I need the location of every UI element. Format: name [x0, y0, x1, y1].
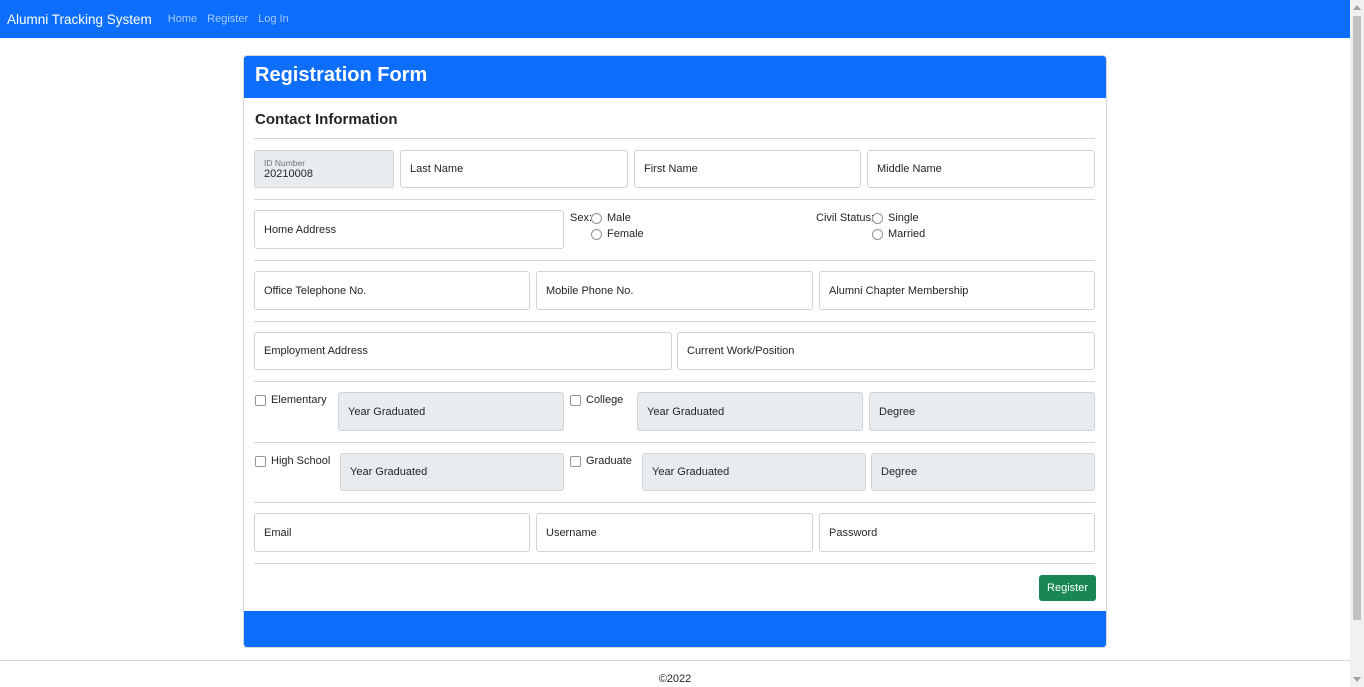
id-number-field[interactable]: ID Number 20210008 [254, 150, 394, 188]
sex-male-label[interactable]: Male [607, 212, 631, 224]
college-degree-input[interactable]: Degree [869, 392, 1095, 431]
id-number-label: ID Number [264, 157, 306, 168]
copyright-text: ©2022 [658, 673, 692, 685]
divider [254, 563, 1095, 564]
divider [254, 138, 1095, 139]
college-checkbox[interactable] [570, 395, 581, 406]
nav-login-link[interactable]: Log In [258, 13, 289, 25]
civil-status-married-label[interactable]: Married [888, 228, 925, 240]
divider [254, 381, 1095, 382]
employment-address-input[interactable]: Employment Address [254, 332, 672, 370]
page-footer: ©2022 [0, 660, 1350, 687]
sex-female-radio[interactable] [591, 229, 602, 240]
sex-label: Sex: [570, 212, 593, 224]
divider [254, 442, 1095, 443]
civil-status-label: Civil Status: [816, 212, 875, 224]
last-name-input[interactable]: Last Name [400, 150, 628, 188]
form-title: Registration Form [255, 64, 428, 86]
username-input[interactable]: Username [536, 513, 813, 552]
brand-link[interactable]: Alumni Tracking System [7, 12, 152, 27]
scroll-down-arrow-icon[interactable] [1353, 677, 1361, 682]
high-school-year-input[interactable]: Year Graduated [340, 453, 564, 491]
vertical-scrollbar[interactable] [1350, 0, 1364, 687]
section-title: Contact Information [255, 111, 398, 128]
elementary-year-input[interactable]: Year Graduated [338, 392, 564, 431]
divider [254, 502, 1095, 503]
home-address-input[interactable]: Home Address [254, 210, 564, 249]
sex-female-label[interactable]: Female [607, 228, 644, 240]
middle-name-input[interactable]: Middle Name [867, 150, 1095, 188]
card-header: Registration Form [244, 56, 1106, 98]
graduate-checkbox[interactable] [570, 456, 581, 467]
high-school-label[interactable]: High School [271, 455, 330, 467]
elementary-label[interactable]: Elementary [271, 394, 327, 406]
graduate-year-input[interactable]: Year Graduated [642, 453, 866, 491]
civil-status-single-radio[interactable] [872, 213, 883, 224]
alumni-chapter-input[interactable]: Alumni Chapter Membership [819, 271, 1095, 310]
current-work-input[interactable]: Current Work/Position [677, 332, 1095, 370]
scroll-thumb[interactable] [1353, 16, 1361, 620]
divider [254, 260, 1095, 261]
register-button[interactable]: Register [1039, 575, 1096, 601]
card-footer [244, 611, 1106, 647]
registration-card: Registration Form Contact Information ID… [243, 55, 1107, 648]
elementary-checkbox[interactable] [255, 395, 266, 406]
graduate-degree-input[interactable]: Degree [871, 453, 1095, 491]
password-input[interactable]: Password [819, 513, 1095, 552]
scroll-up-arrow-icon[interactable] [1353, 5, 1361, 10]
email-input[interactable]: Email [254, 513, 530, 552]
nav-register-link[interactable]: Register [207, 13, 248, 25]
first-name-input[interactable]: First Name [634, 150, 861, 188]
college-label[interactable]: College [586, 394, 623, 406]
divider [254, 199, 1095, 200]
mobile-phone-input[interactable]: Mobile Phone No. [536, 271, 813, 310]
civil-status-single-label[interactable]: Single [888, 212, 919, 224]
high-school-checkbox[interactable] [255, 456, 266, 467]
sex-male-radio[interactable] [591, 213, 602, 224]
navbar: Alumni Tracking System Home Register Log… [0, 0, 1350, 38]
civil-status-married-radio[interactable] [872, 229, 883, 240]
office-telephone-input[interactable]: Office Telephone No. [254, 271, 530, 310]
graduate-label[interactable]: Graduate [586, 455, 632, 467]
nav-home-link[interactable]: Home [168, 13, 197, 25]
college-year-input[interactable]: Year Graduated [637, 392, 863, 431]
id-number-value: 20210008 [264, 167, 313, 180]
divider [254, 321, 1095, 322]
